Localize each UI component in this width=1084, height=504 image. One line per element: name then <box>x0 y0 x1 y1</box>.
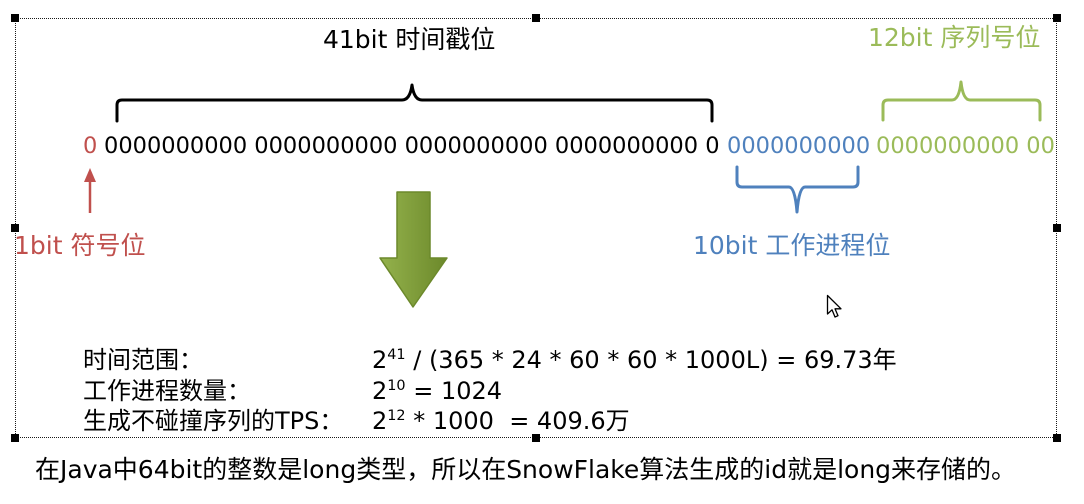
resize-handle-top-left[interactable] <box>11 14 19 22</box>
mouse-pointer-icon <box>826 294 842 318</box>
mouse-pointer-shape <box>826 294 842 318</box>
resize-handle-bottom-left[interactable] <box>11 434 19 442</box>
resize-handle-right[interactable] <box>1053 224 1061 232</box>
selected-diagram-image[interactable] <box>15 18 1057 438</box>
resize-handle-left[interactable] <box>11 224 19 232</box>
resize-handle-top-right[interactable] <box>1053 14 1061 22</box>
resize-handle-bottom-right[interactable] <box>1053 434 1061 442</box>
document-page: 41bit 时间戳位 12bit 序列号位 1bit 符号位 10bit 工作进… <box>0 0 1084 504</box>
resize-handle-top[interactable] <box>532 14 540 22</box>
resize-handle-bottom[interactable] <box>532 434 540 442</box>
caption-text: 在Java中64bit的整数是long类型，所以在SnowFlake算法生成的i… <box>35 455 1017 484</box>
